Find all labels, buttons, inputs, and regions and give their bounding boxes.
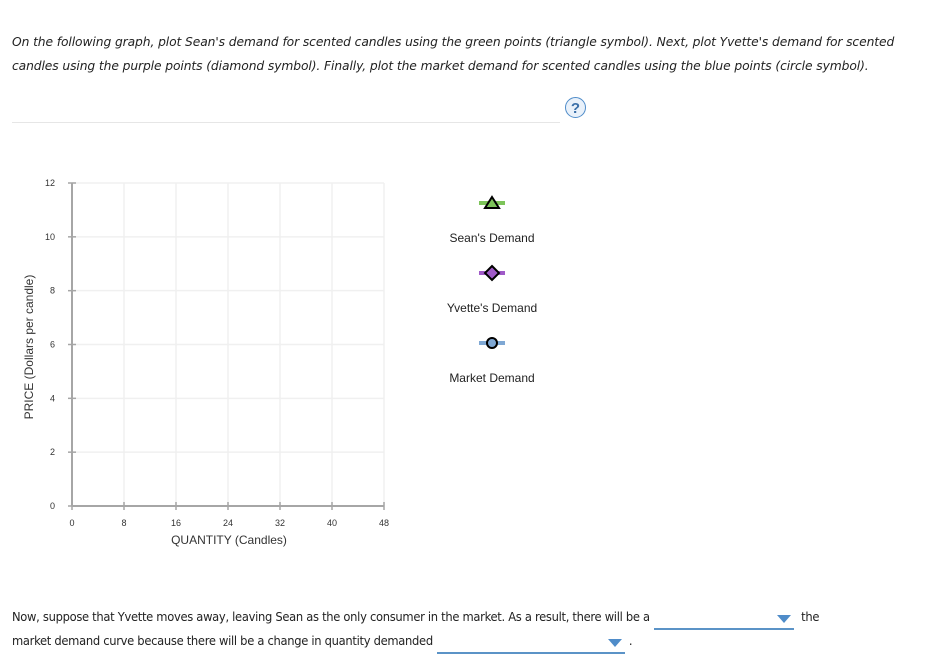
question-part3: market demand curve because there will b… (12, 634, 433, 649)
axes (68, 182, 385, 510)
shift-direction-dropdown[interactable] (653, 608, 794, 630)
question-part1: Now, suppose that Yvette moves away, lea… (12, 610, 650, 625)
y-axis-label: PRICE (Dollars per candle) (22, 275, 36, 420)
legend-item-triangle[interactable]: Sean's Demand (449, 195, 535, 245)
demand-graph[interactable]: 024681012 0 8 16 24 32 40 48 PRICE (Dollars pe… (0, 160, 600, 560)
x-tick-label: 40 (327, 518, 337, 528)
y-tick-label: 12 (45, 178, 55, 188)
legend: Sean's Demand Yvette's Demand Market Deman… (447, 195, 537, 385)
legend-item-diamond[interactable]: Yvette's Demand (447, 264, 537, 315)
y-tick-label: 10 (45, 232, 55, 242)
x-tick-label: 32 (275, 518, 285, 528)
instructions-text: On the following graph, plot Sean's dema… (12, 35, 895, 73)
y-tick-label: 4 (50, 393, 55, 403)
x-axis-label: QUANTITY (Candles) (171, 533, 287, 547)
question-text: Now, suppose that Yvette moves away, lea… (12, 606, 932, 654)
divider (12, 122, 560, 123)
chevron-down-icon (607, 639, 622, 647)
y-tick-label: 0 (50, 501, 55, 511)
y-tick-label: 2 (50, 447, 55, 457)
circle-icon (486, 337, 498, 349)
legend-label: Market Demand (449, 371, 534, 385)
x-tick-label: 48 (379, 518, 389, 528)
quantity-change-dropdown[interactable] (436, 632, 625, 654)
x-tick-label: 24 (223, 518, 233, 528)
y-tick-label: 8 (50, 286, 55, 296)
x-tick-label: 0 (69, 518, 74, 528)
question-part2: the (801, 610, 820, 625)
x-tick-label: 8 (121, 518, 126, 528)
y-tick-labels: 0 2 4 6 8 10 12 (45, 178, 55, 511)
chevron-down-icon (776, 615, 791, 623)
legend-item-circle[interactable]: Market Demand (449, 337, 535, 385)
question-period: . (628, 634, 633, 649)
legend-label: Sean's Demand (449, 231, 534, 245)
x-tick-label: 16 (171, 518, 181, 528)
grid-lines (72, 182, 385, 506)
question-mark-icon[interactable]: ? (565, 97, 586, 118)
x-tick-labels: 0 8 16 24 32 40 48 (69, 518, 389, 528)
y-tick-label: 6 (50, 340, 55, 350)
diamond-icon (483, 264, 501, 282)
legend-label: Yvette's Demand (447, 301, 537, 315)
